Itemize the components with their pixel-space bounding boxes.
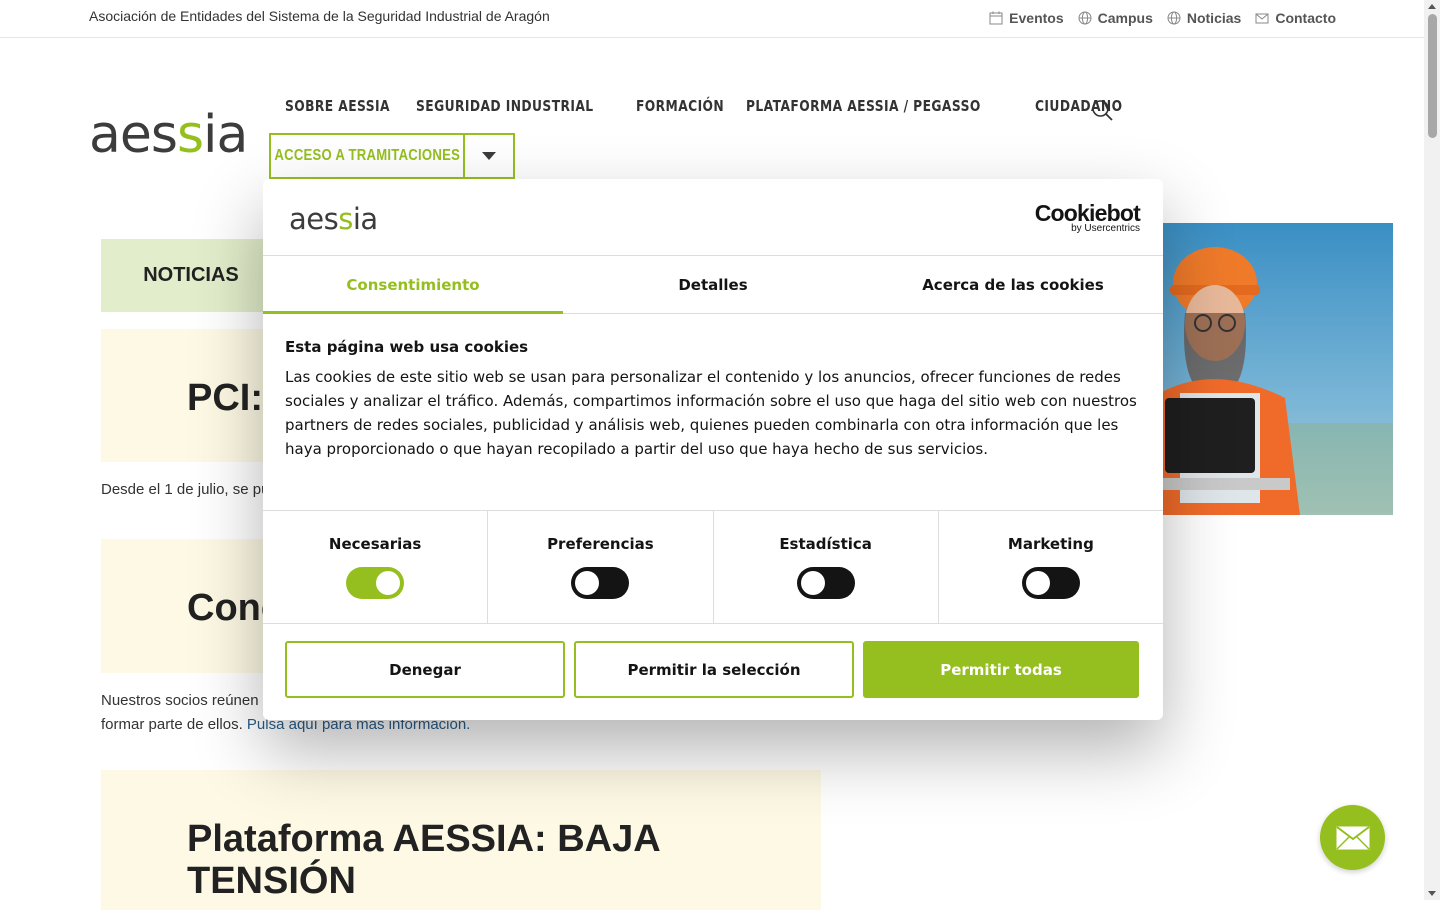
cookiebot-name: Cookiebot <box>1034 200 1141 226</box>
cookie-categories: Necesarias Preferencias Estadística Mark… <box>263 511 1163 624</box>
top-link-campus[interactable]: Campus <box>1078 10 1153 26</box>
tramitaciones-text: ACCESO A TRAMITACIONES <box>274 147 460 164</box>
scroll-up-arrow-icon[interactable] <box>1428 4 1436 9</box>
necesarias-toggle[interactable] <box>346 567 405 599</box>
top-link-label: Eventos <box>1009 10 1064 26</box>
cookie-title: Esta página web usa cookies <box>285 338 529 356</box>
nav-sobre-aessia[interactable]: SOBRE AESSIA <box>285 97 390 115</box>
category-label: Marketing <box>1007 535 1094 553</box>
estadistica-toggle[interactable] <box>796 567 855 599</box>
news-card-title: PCI: <box>187 377 263 419</box>
toggle-knob <box>376 571 401 595</box>
logo-part-green: s <box>338 202 353 235</box>
cookie-body: Esta página web usa cookies Las cookies … <box>263 314 1163 511</box>
logo-part-dark: aes <box>289 202 338 235</box>
allow-selection-button[interactable]: Permitir la selección <box>574 641 854 698</box>
logo-part-green: s <box>177 105 203 158</box>
main-nav: SOBRE AESSIA SEGURIDAD INDUSTRIAL FORMAC… <box>285 97 1142 115</box>
svg-text:aessia: aessia <box>289 202 378 235</box>
top-link-contacto[interactable]: Contacto <box>1255 10 1336 26</box>
category-preferencias: Preferencias <box>488 511 714 623</box>
category-estadistica: Estadística <box>714 511 939 623</box>
logo-part-end: ia <box>203 105 247 158</box>
category-label: Estadística <box>779 535 872 553</box>
scroll-thumb[interactable] <box>1428 14 1437 138</box>
top-link-noticias[interactable]: Noticias <box>1167 10 1241 26</box>
svg-text:aessia: aessia <box>89 105 247 158</box>
top-bar: Asociación de Entidades del Sistema de l… <box>0 0 1424 38</box>
tab-acerca-cookies[interactable]: Acerca de las cookies <box>863 256 1163 313</box>
tab-consentimiento[interactable]: Consentimiento <box>263 256 563 314</box>
deny-button[interactable]: Denegar <box>285 641 565 698</box>
news-card-title: Plataforma AESSIA: BAJA TENSIÓN <box>187 818 660 902</box>
category-label: Preferencias <box>547 535 654 553</box>
cookiebot-logo[interactable]: Cookiebot by Usercentrics <box>1034 200 1141 234</box>
toggle-knob <box>1025 571 1050 595</box>
logo-part-end: ia <box>353 202 378 235</box>
preferencias-toggle[interactable] <box>571 567 630 599</box>
engineer-photo <box>1160 223 1393 515</box>
text-fragment: formar parte de ellos. <box>101 716 247 733</box>
cookie-tabs: Consentimiento Detalles Acerca de las co… <box>263 256 1163 314</box>
nav-formacion[interactable]: FORMACIÓN <box>636 97 724 115</box>
news-card[interactable]: Plataforma AESSIA: BAJA TENSIÓN <box>101 770 821 910</box>
tramitaciones-dropdown[interactable]: ACCESO A TRAMITACIONES <box>269 133 515 179</box>
cookie-consent-dialog: aessia Cookiebot by Usercentrics Consent… <box>263 179 1163 720</box>
cookie-actions: Denegar Permitir la selección Permitir t… <box>263 624 1163 698</box>
scroll-down-arrow-icon[interactable] <box>1428 891 1436 896</box>
marketing-toggle[interactable] <box>1021 567 1080 599</box>
envelope-icon <box>1335 825 1370 850</box>
category-necesarias: Necesarias <box>263 511 489 623</box>
category-label: Necesarias <box>328 535 422 553</box>
category-marketing: Marketing <box>939 511 1163 623</box>
chevron-down-icon[interactable] <box>465 135 513 177</box>
search-icon[interactable] <box>1091 99 1113 121</box>
aessia-logo[interactable]: aessia <box>89 98 254 158</box>
cookie-header: aessia Cookiebot by Usercentrics <box>263 179 1163 256</box>
toggle-knob <box>800 571 825 595</box>
logo-part-dark: aes <box>89 105 177 158</box>
top-link-label: Campus <box>1097 10 1153 26</box>
association-name: Asociación de Entidades del Sistema de l… <box>89 8 550 24</box>
nav-plataforma[interactable]: PLATAFORMA AESSIA / PEGASSO <box>746 97 981 115</box>
contact-mail-button[interactable] <box>1320 805 1385 870</box>
globe-icon <box>1078 11 1092 25</box>
toggle-knob <box>575 571 600 595</box>
tramitaciones-label[interactable]: ACCESO A TRAMITACIONES <box>271 135 465 177</box>
top-links: Eventos Campus Noticias Contacto <box>989 10 1336 26</box>
page-scrollbar[interactable] <box>1424 0 1440 900</box>
allow-all-button[interactable]: Permitir todas <box>863 641 1139 698</box>
globe-icon <box>1167 11 1181 25</box>
top-link-label: Noticias <box>1186 10 1242 26</box>
tab-detalles[interactable]: Detalles <box>563 256 863 313</box>
top-link-eventos[interactable]: Eventos <box>989 10 1064 26</box>
news-card-text: Desde el 1 de julio, se pu <box>101 481 270 498</box>
top-link-label: Contacto <box>1275 10 1336 26</box>
cookie-description: Las cookies de este sitio web se usan pa… <box>285 368 1137 458</box>
nav-seguridad-industrial[interactable]: SEGURIDAD INDUSTRIAL <box>416 97 594 115</box>
calendar-icon <box>989 11 1003 25</box>
aessia-logo-small: aessia <box>289 202 378 235</box>
mail-icon <box>1255 13 1269 24</box>
